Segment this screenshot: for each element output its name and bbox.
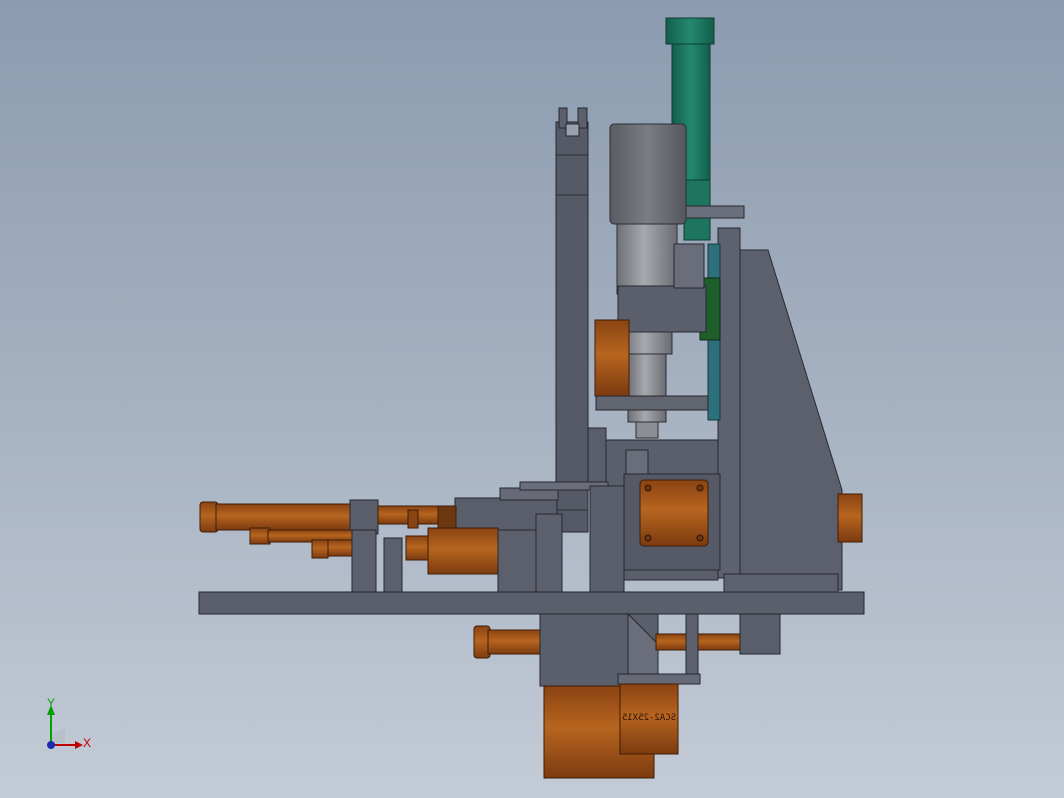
cad-viewport[interactable]: SCA2-25X15 Y X: [0, 0, 1064, 798]
y-axis-label: Y: [47, 696, 56, 710]
vertical-column[interactable]: [555, 107, 589, 533]
triad-axes: [47, 705, 83, 749]
left-actuator-rods[interactable]: [199, 499, 457, 595]
x-axis-label: X: [83, 736, 92, 750]
right-orange-block[interactable]: [837, 493, 863, 543]
z-axis-dot: [47, 741, 55, 749]
part-label-text: SCA2-25X15: [622, 713, 676, 723]
coordinate-triad: Y X: [30, 695, 110, 765]
lower-orange-boxes[interactable]: [543, 683, 679, 779]
lower-actuator[interactable]: [473, 612, 781, 687]
side-gusset-plate[interactable]: [734, 249, 843, 591]
left-slide-assembly[interactable]: [427, 481, 625, 593]
mechanism-assembly-model[interactable]: SCA2-25X15: [0, 0, 1064, 798]
motor-flange-plate[interactable]: [639, 479, 709, 547]
